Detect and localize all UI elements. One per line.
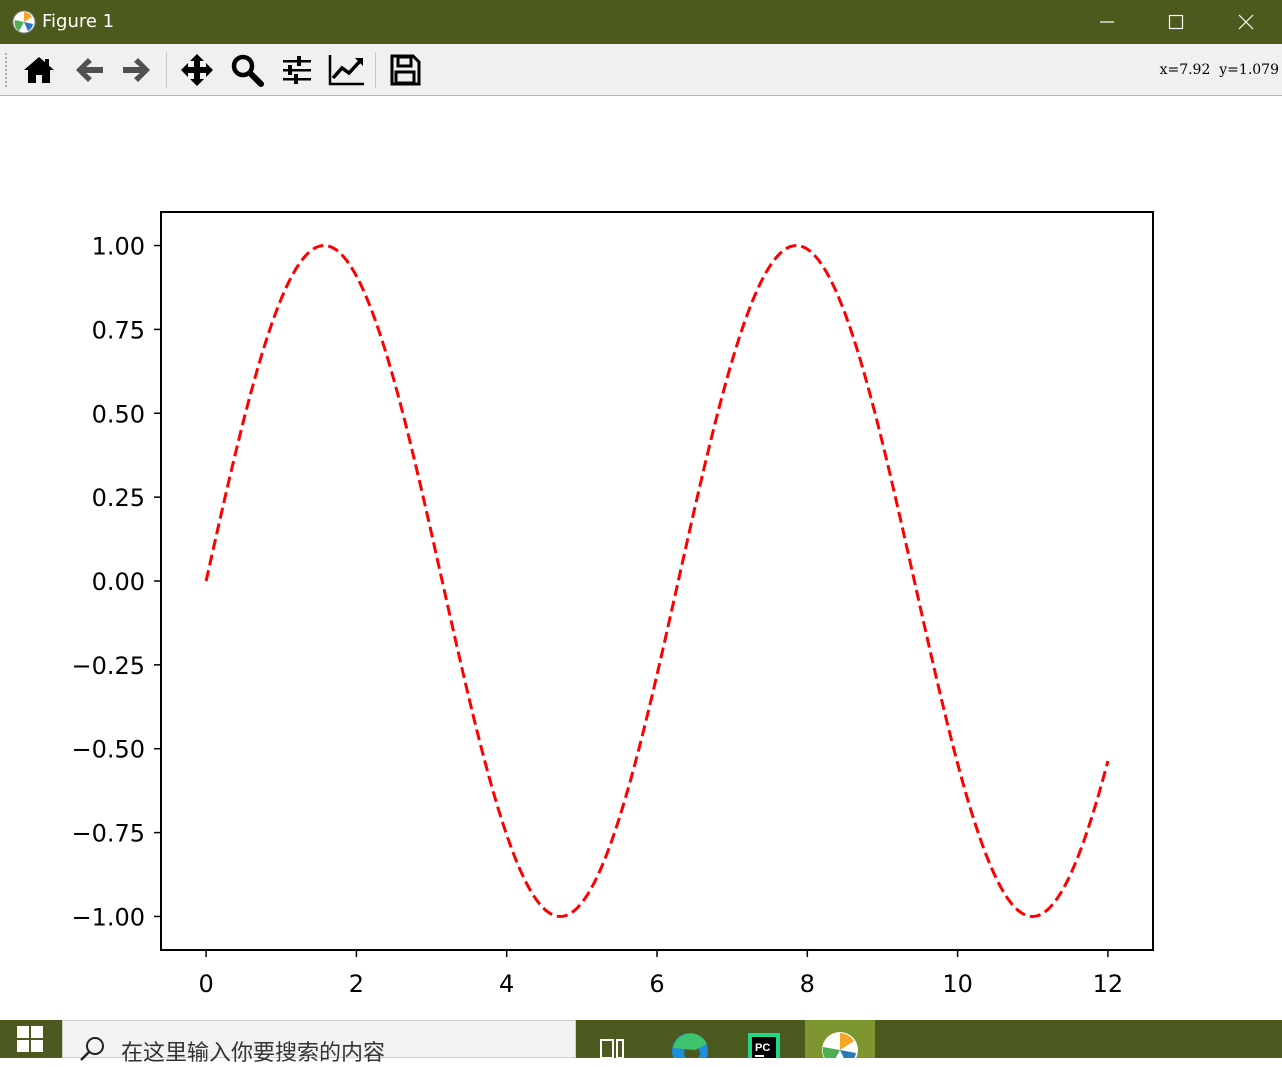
close-icon	[1238, 14, 1254, 30]
y-tick-label: −0.25	[71, 652, 145, 680]
toolbar-grip[interactable]	[4, 52, 8, 88]
minimize-button[interactable]	[1072, 0, 1142, 44]
toolbar-separator	[166, 52, 167, 88]
maximize-button[interactable]	[1141, 0, 1211, 44]
x-tick-label: 10	[942, 970, 973, 998]
y-tick-label: 0.00	[92, 568, 145, 596]
title-bar[interactable]: Figure 1	[0, 0, 1282, 44]
configure-subplots-button[interactable]	[277, 50, 317, 90]
arrow-left-icon	[76, 58, 103, 82]
close-button[interactable]	[1211, 0, 1281, 44]
y-axis: 1.00 0.75 0.50 0.25 0.00 −0.25 −0.50 −0.75 −1.00	[71, 233, 161, 931]
x-axis: 0 2 4 6 8 10 12	[198, 950, 1123, 998]
arrow-right-icon	[123, 58, 150, 82]
search-placeholder: 在这里输入你要搜索的内容	[121, 1041, 386, 1066]
task-view-button[interactable]	[580, 1020, 650, 1059]
matplotlib-app-icon	[12, 10, 36, 34]
line-chart-icon	[328, 55, 364, 86]
home-icon	[24, 57, 54, 83]
y-tick-label: −1.00	[71, 903, 145, 931]
x-tick-label: 0	[198, 970, 213, 998]
forward-button[interactable]	[117, 50, 157, 90]
edge-taskbar-button[interactable]	[655, 1020, 725, 1067]
y-tick-label: 0.25	[92, 484, 145, 512]
y-tick-label: 0.75	[92, 316, 145, 344]
svg-text:PC: PC	[755, 1042, 770, 1054]
y-tick-label: 1.00	[92, 233, 145, 261]
y-tick-label: −0.75	[71, 820, 145, 848]
figure-canvas[interactable]: 0 2 4 6 8 10 12 1.00 0.75 0.50 0.25 0.00 −0.25 −0.50…	[0, 96, 1282, 1020]
pycharm-icon: PC	[748, 1033, 780, 1065]
x-tick-label: 8	[800, 970, 815, 998]
toolbar-separator	[375, 52, 376, 88]
figure-taskbar-button[interactable]	[805, 1020, 875, 1067]
x-tick-label: 6	[649, 970, 664, 998]
maximize-icon	[1168, 14, 1184, 30]
home-button[interactable]	[19, 50, 59, 90]
back-button[interactable]	[69, 50, 109, 90]
axes-background[interactable]	[161, 212, 1153, 950]
taskbar: 在这里输入你要搜索的内容 PC	[0, 1020, 1282, 1067]
task-view-icon	[600, 1039, 624, 1059]
x-tick-label: 2	[349, 970, 364, 998]
navigation-toolbar: x=7.92 y=1.079	[0, 44, 1282, 96]
edit-axis-button[interactable]	[327, 50, 367, 90]
figure-window: Figure 1 x=7.92 y=1.079 0 2 4 6 8 10 12 …	[0, 0, 1282, 1020]
taskbar-search-box[interactable]: 在这里输入你要搜索的内容	[62, 1020, 576, 1066]
cursor-coordinates: x=7.92 y=1.079	[1159, 62, 1279, 78]
search-icon	[231, 54, 264, 87]
move-icon	[181, 54, 213, 86]
y-tick-label: 0.50	[92, 400, 145, 428]
matplotlib-app-icon	[822, 1032, 858, 1067]
window-title: Figure 1	[42, 11, 115, 32]
y-tick-label: −0.50	[71, 736, 145, 764]
zoom-button[interactable]	[227, 50, 267, 90]
minimize-icon	[1100, 21, 1114, 23]
floppy-disk-icon	[390, 54, 421, 86]
edge-icon	[672, 1033, 708, 1067]
pycharm-taskbar-button[interactable]: PC	[728, 1020, 798, 1065]
x-tick-label: 12	[1093, 970, 1124, 998]
search-icon	[80, 1037, 104, 1061]
x-tick-label: 4	[499, 970, 514, 998]
windows-logo-icon	[17, 1026, 43, 1052]
sliders-icon	[283, 56, 311, 84]
save-button[interactable]	[385, 50, 425, 90]
start-button[interactable]	[0, 1020, 60, 1058]
pan-button[interactable]	[177, 50, 217, 90]
